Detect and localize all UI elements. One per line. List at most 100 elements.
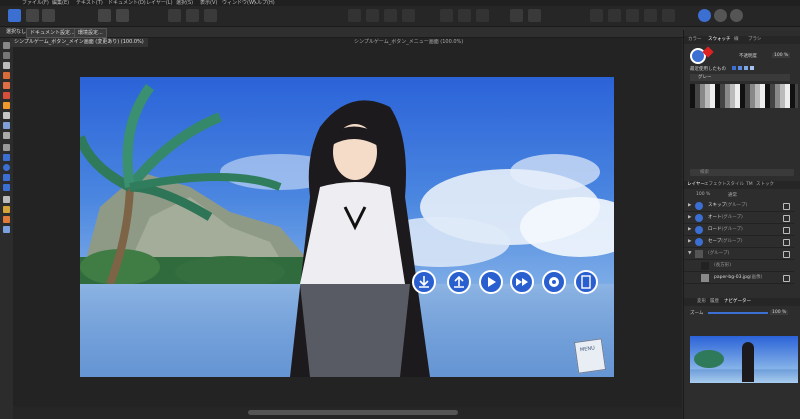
tab-menu-screen[interactable]: シンプルゲーム_ボタン_メニュー画面 (100.0%) xyxy=(350,38,467,47)
tab-styles[interactable]: スタイル xyxy=(726,181,744,189)
pen-tool-icon[interactable] xyxy=(3,72,10,79)
pixel-persona-icon[interactable] xyxy=(26,9,39,22)
visibility-checkbox[interactable] xyxy=(783,215,790,222)
visibility-checkbox[interactable] xyxy=(783,239,790,246)
transform-icon[interactable] xyxy=(168,9,181,22)
palette-dropdown[interactable]: グレー xyxy=(690,74,790,81)
transparency-tool-icon[interactable] xyxy=(3,112,10,119)
settings-button[interactable] xyxy=(542,270,566,294)
zoom-slider[interactable] xyxy=(708,312,768,314)
slice-tool-icon[interactable] xyxy=(3,206,10,213)
designer-persona-icon[interactable] xyxy=(8,9,21,22)
layer-row-skip[interactable]: ▶ スキップ(グループ) xyxy=(684,200,794,212)
visibility-checkbox[interactable] xyxy=(783,203,790,210)
tab-swatches[interactable]: スウォッチ xyxy=(708,36,731,44)
arrange-icon[interactable] xyxy=(384,9,397,22)
align-top-icon[interactable] xyxy=(644,9,657,22)
snap-icon[interactable] xyxy=(186,9,199,22)
tab-tm[interactable]: TM xyxy=(746,181,753,189)
recent-swatch[interactable] xyxy=(750,66,754,70)
triangle-tool-icon[interactable] xyxy=(3,184,10,191)
expand-arrow-icon[interactable]: ▶ xyxy=(688,239,691,244)
recent-swatch[interactable] xyxy=(744,66,748,70)
layer-row-group[interactable]: ▼ (グループ) xyxy=(684,248,794,260)
tab-stock[interactable]: ストック xyxy=(756,181,774,189)
expand-arrow-icon[interactable]: ▶ xyxy=(688,215,691,220)
place-tool-icon[interactable] xyxy=(3,132,10,139)
align-bottom-icon[interactable] xyxy=(662,9,675,22)
pencil-tool-icon[interactable] xyxy=(3,82,10,89)
document-setup-button[interactable]: ドキュメント設定... xyxy=(26,28,79,38)
snapping-options-icon[interactable] xyxy=(528,9,541,22)
tab-effects[interactable]: エフェクト xyxy=(704,181,727,189)
view-mode-icon[interactable] xyxy=(714,9,727,22)
zoom-value[interactable]: 100 % xyxy=(770,310,789,315)
recent-swatch[interactable] xyxy=(738,66,742,70)
expand-arrow-icon[interactable]: ▶ xyxy=(688,227,691,232)
preview-icon[interactable] xyxy=(730,9,743,22)
tab-color[interactable]: カラー xyxy=(688,36,702,44)
artboard-tool-icon[interactable] xyxy=(3,62,10,69)
blend-mode-select[interactable]: 通常 xyxy=(728,192,737,198)
gradient-tool-icon[interactable] xyxy=(3,122,10,129)
layer-row-save[interactable]: ▶ セーブ(グループ) xyxy=(684,236,794,248)
layer-opacity-field[interactable]: 100 % xyxy=(696,192,710,197)
node-tool-icon[interactable] xyxy=(3,52,10,59)
tab-transform[interactable]: 変形 xyxy=(697,298,706,306)
download-button[interactable] xyxy=(412,270,436,294)
collapse-arrow-icon[interactable]: ▼ xyxy=(688,251,691,256)
zoom-tool-icon[interactable] xyxy=(3,226,10,233)
skip-button[interactable] xyxy=(510,270,534,294)
boolean-add-icon[interactable] xyxy=(440,9,453,22)
align-right-icon[interactable] xyxy=(626,9,639,22)
opacity-value[interactable]: 100 % xyxy=(772,53,791,58)
tab-stroke[interactable]: 線 xyxy=(734,36,739,44)
search-input[interactable]: 検索 xyxy=(690,169,794,176)
tab-history[interactable]: 履歴 xyxy=(710,298,719,306)
visibility-checkbox[interactable] xyxy=(783,275,790,282)
boolean-subtract-icon[interactable] xyxy=(458,9,471,22)
fill-icon[interactable] xyxy=(98,9,111,22)
upload-button[interactable] xyxy=(447,270,471,294)
navigator-preview[interactable] xyxy=(690,336,798,383)
align-center-icon[interactable] xyxy=(608,9,621,22)
document-button[interactable] xyxy=(574,270,598,294)
snapping-icon[interactable] xyxy=(510,9,523,22)
menu-icon[interactable]: MENU xyxy=(573,338,607,374)
horizontal-scrollbar[interactable] xyxy=(13,407,682,419)
visibility-checkbox[interactable] xyxy=(783,227,790,234)
preferences-button[interactable]: 環境設定... xyxy=(74,28,107,38)
move-tool-icon[interactable] xyxy=(3,42,10,49)
layer-row-image[interactable]: paper-bg-03.jpg(画像) xyxy=(684,272,794,284)
layer-row-auto[interactable]: ▶ オート(グループ) xyxy=(684,212,794,224)
order-back-icon[interactable] xyxy=(348,9,361,22)
rounded-rect-tool-icon[interactable] xyxy=(3,174,10,181)
swatch-grid[interactable] xyxy=(690,84,798,108)
assistant-icon[interactable] xyxy=(698,9,711,22)
tab-main-screen[interactable]: シンプルゲーム_ボタン_メイン画面 (変更あり) (100.0%) xyxy=(10,38,148,47)
boolean-intersect-icon[interactable] xyxy=(476,9,489,22)
expand-arrow-icon[interactable]: ▶ xyxy=(688,203,691,208)
crop-tool-icon[interactable] xyxy=(3,144,10,151)
recent-swatch[interactable] xyxy=(732,66,736,70)
order-front-icon[interactable] xyxy=(366,9,379,22)
align-left-icon[interactable] xyxy=(590,9,603,22)
rectangle-tool-icon[interactable] xyxy=(3,154,10,161)
visibility-checkbox[interactable] xyxy=(783,251,790,258)
scroll-thumb[interactable] xyxy=(248,410,458,415)
share-icon[interactable] xyxy=(42,9,55,22)
brush-tool-icon[interactable] xyxy=(3,92,10,99)
fill-tool-icon[interactable] xyxy=(3,102,10,109)
settings-icon[interactable] xyxy=(116,9,129,22)
layer-row-load[interactable]: ▶ ロード(グループ) xyxy=(684,224,794,236)
tab-layers[interactable]: レイヤー xyxy=(687,181,705,189)
tab-navigator[interactable]: ナビゲーター xyxy=(724,298,751,306)
play-button[interactable] xyxy=(479,270,503,294)
ellipse-tool-icon[interactable] xyxy=(3,164,10,171)
document-canvas[interactable]: MENU xyxy=(80,77,614,377)
layer-row-rectangle[interactable]: (長方形) xyxy=(684,260,794,272)
hand-tool-icon[interactable] xyxy=(3,216,10,223)
tab-brush[interactable]: ブラシ xyxy=(748,36,761,44)
text-tool-icon[interactable] xyxy=(3,196,10,203)
distribute-icon[interactable] xyxy=(402,9,415,22)
